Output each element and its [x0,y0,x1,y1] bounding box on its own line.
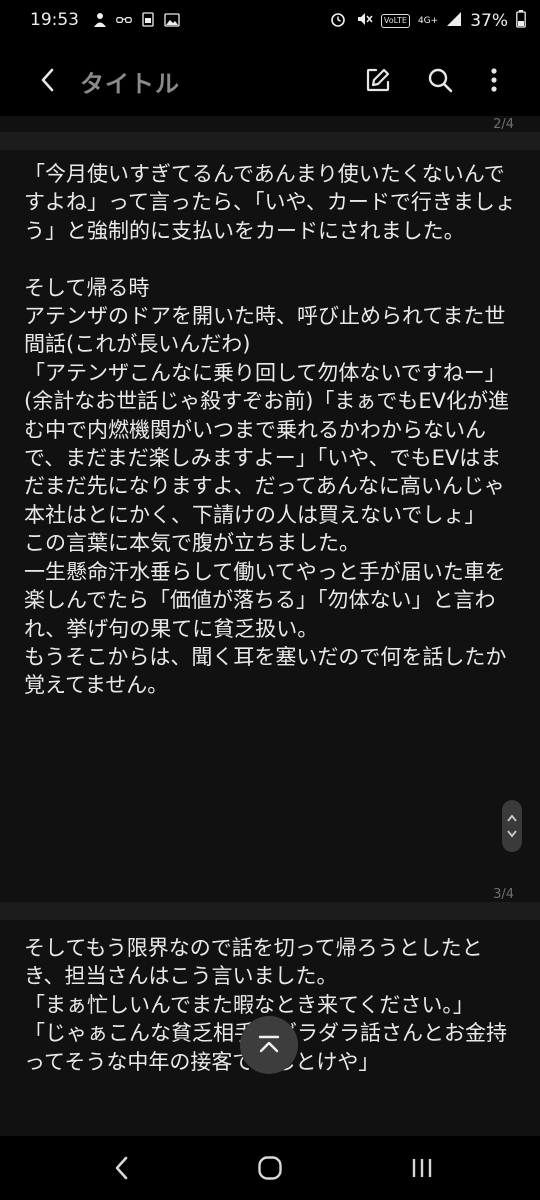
sim-icon [140,12,156,27]
edit-icon [366,68,390,92]
battery-percent: 37% [470,11,508,31]
glasses-icon [116,12,132,27]
scroll-to-top-button[interactable] [240,1016,298,1074]
more-icon [491,68,497,92]
scroll-handle[interactable] [502,800,522,852]
image-icon [164,12,180,27]
page-1-remnant [0,116,540,132]
chevron-up-icon [258,1035,280,1053]
nav-recent-apps-button[interactable] [394,1148,450,1188]
back-icon [41,68,54,92]
status-icons-left [92,12,180,27]
page-title[interactable]: タイトル [80,64,180,99]
nav-back-button[interactable] [94,1148,150,1188]
alarm-icon [329,10,347,32]
nav-back-icon [115,1156,128,1180]
app-header: タイトル [0,44,540,116]
scroll-arrows-icon [507,814,517,838]
volte-badge: VoLTE [380,14,410,28]
page-number-2: 2/4 [493,117,514,132]
person-icon [92,12,108,27]
mute-icon [355,10,373,32]
page-divider [0,902,540,920]
status-icons-right: VoLTE 4G+ 37% [329,10,526,32]
status-bar: 19:53 VoLTE 4G+ 37% [0,0,540,44]
page-number-3: 3/4 [493,887,514,902]
search-icon [428,68,453,93]
recent-apps-icon [412,1159,432,1177]
search-button[interactable] [420,60,460,100]
battery-icon [516,10,526,32]
more-options-button[interactable] [474,60,514,100]
system-nav-bar [0,1136,540,1200]
status-time: 19:53 [30,10,79,30]
nav-home-button[interactable] [242,1148,298,1188]
page-2-text: 「今月使いすぎてるんであんまり使いたくないんですよね」って言ったら、「いや、カー… [24,162,516,698]
page-divider [0,132,540,150]
home-icon [258,1156,282,1180]
network-label: 4G+ [417,16,439,26]
page-2[interactable]: 「今月使いすぎてるんであんまり使いたくないんですよね」って言ったら、「いや、カー… [0,150,540,902]
note-content[interactable]: 2/4 「今月使いすぎてるんであんまり使いたくないんですよね」って言ったら、「い… [0,116,540,1136]
signal-icon [446,11,462,31]
back-button[interactable] [30,62,66,98]
edit-button[interactable] [358,60,398,100]
